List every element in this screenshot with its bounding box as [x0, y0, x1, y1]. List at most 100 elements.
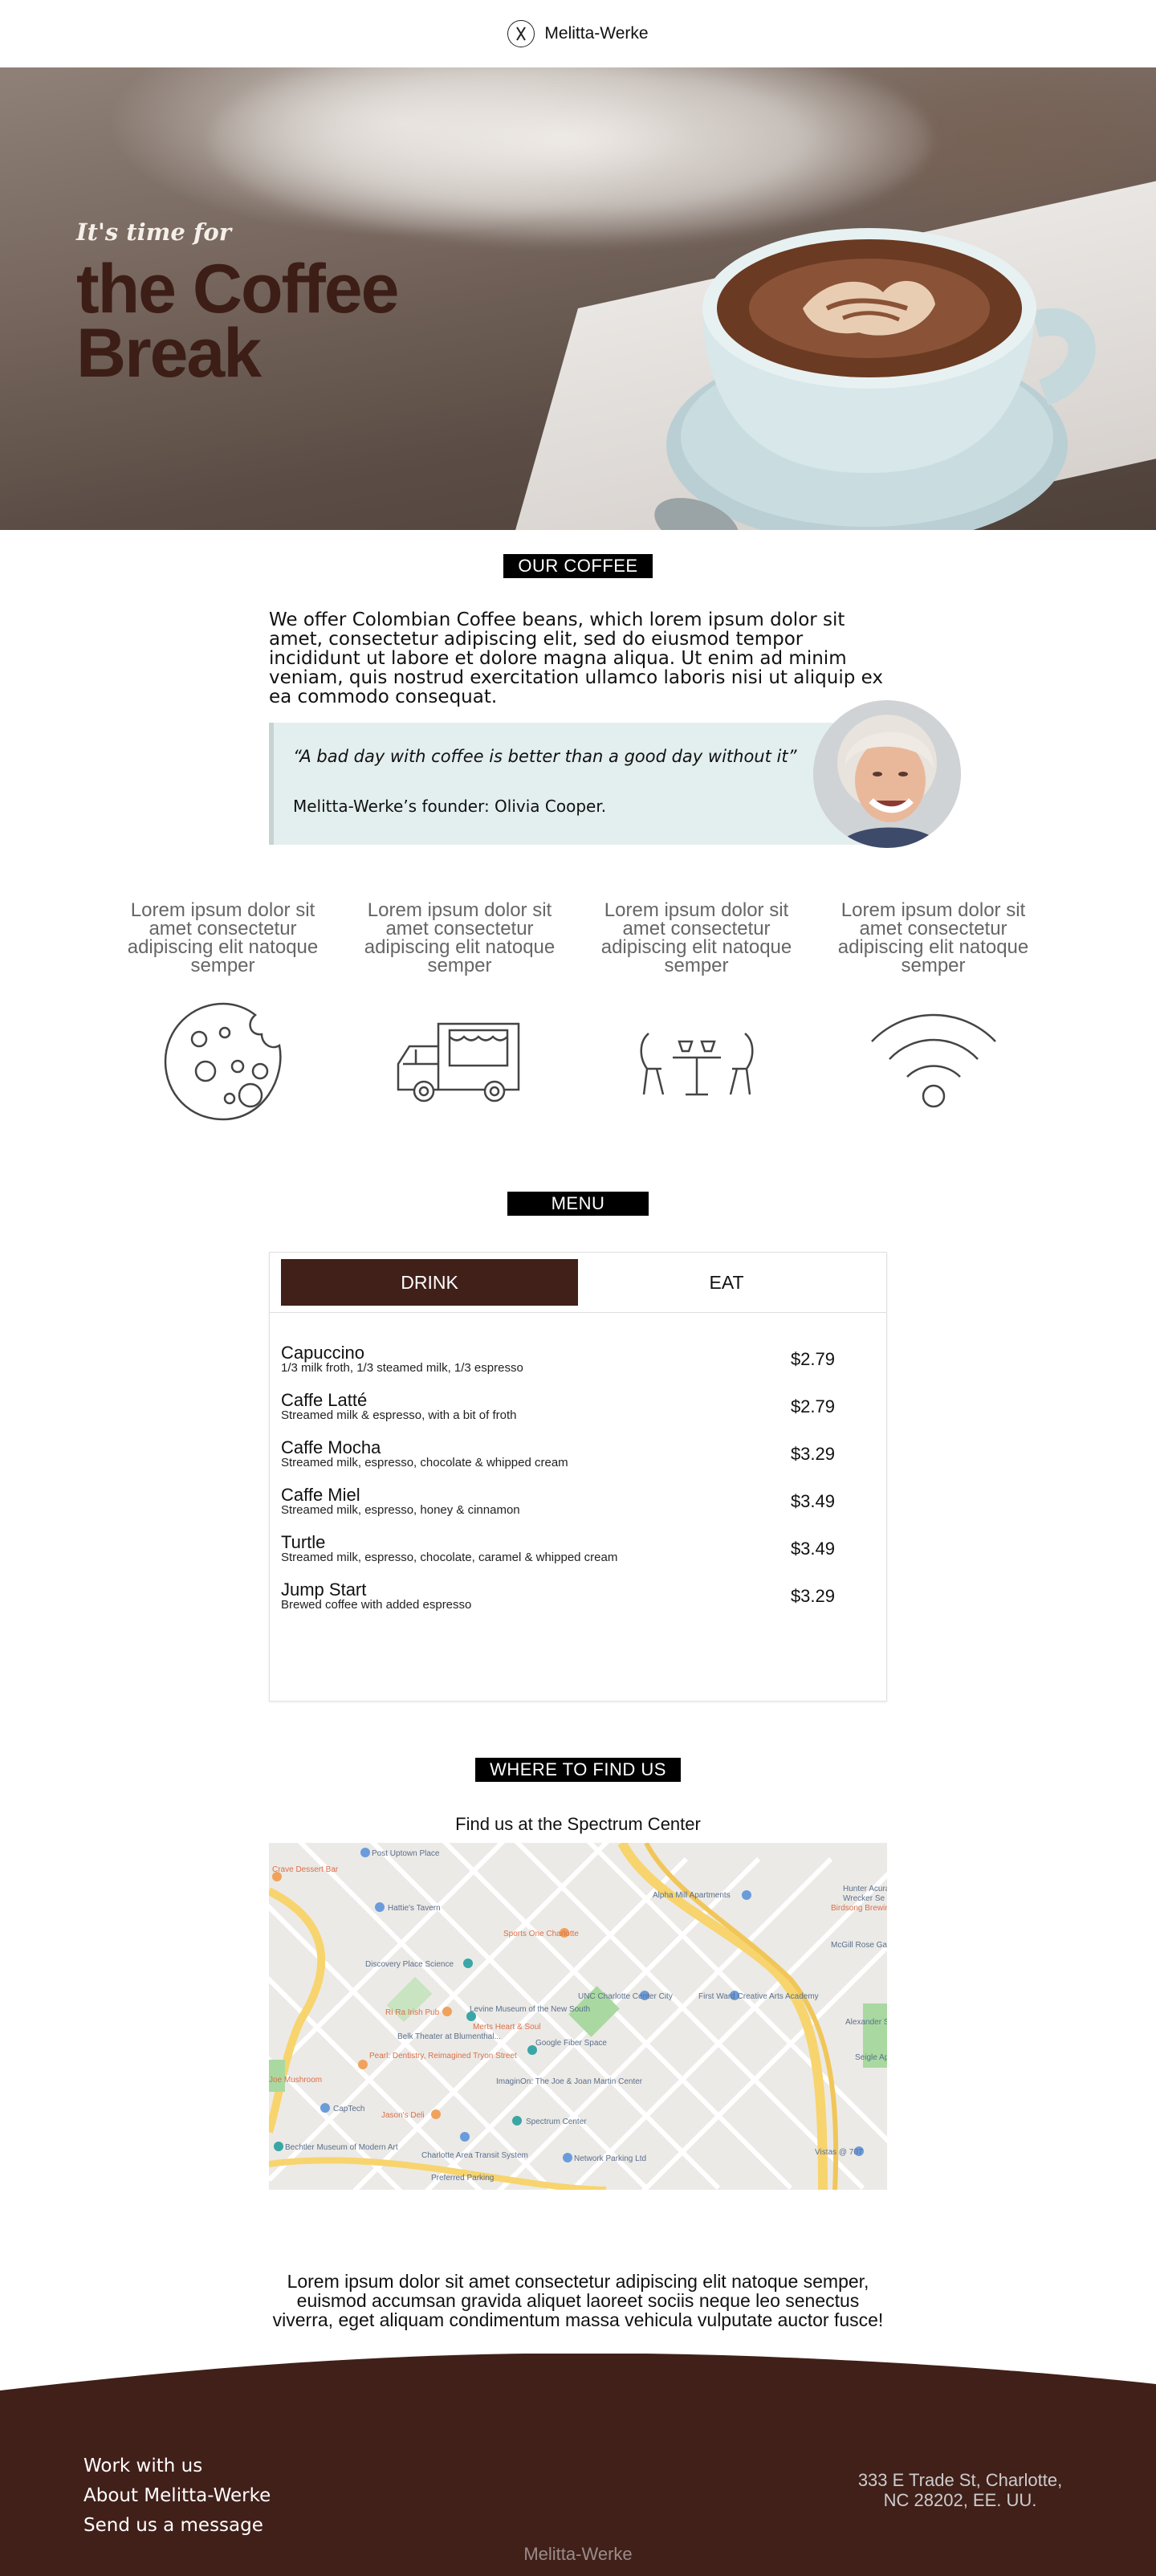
menu-item: Caffe Latté Streamed milk & espresso, wi… [281, 1383, 875, 1430]
menu-item-desc: Streamed milk, espresso, honey & cinnamo… [281, 1502, 520, 1517]
top-bar: Melitta-Werke [0, 0, 1156, 67]
map-label: UNC Charlotte Center City [578, 1992, 673, 2001]
menu-item-desc: 1/3 milk froth, 1/3 steamed milk, 1/3 es… [281, 1360, 523, 1375]
map-label: Merts Heart & Soul [473, 2023, 540, 2032]
map-label: Jason's Deli [381, 2111, 425, 2120]
feature-text: Lorem ipsum dolor sit amet consectetur a… [837, 899, 1029, 976]
map-label: Belk Theater at Blumenthal... [397, 2032, 501, 2041]
closing-paragraph: Lorem ipsum dolor sit amet consectetur a… [272, 2271, 884, 2330]
menu-section: MENU DRINK EAT Capuccino 1/3 milk froth,… [0, 1192, 1156, 1702]
tab-drink[interactable]: DRINK [281, 1259, 578, 1306]
footer-brand: Melitta-Werke [523, 2544, 633, 2564]
menu-item: Caffe Mocha Streamed milk, espresso, cho… [281, 1430, 875, 1478]
our-coffee-section: OUR COFFEE We offer Colombian Coffee bea… [0, 530, 1156, 848]
menu-item-price: $3.29 [790, 1443, 835, 1464]
features-row: Lorem ipsum dolor sit amet consectetur a… [0, 901, 1156, 1126]
site-footer: Work with us About Melitta-Werke Send us… [0, 2354, 1156, 2576]
menu-item: Caffe Miel Streamed milk, espresso, hone… [281, 1478, 875, 1525]
map-label: Network Parking Ltd [574, 2154, 646, 2163]
hero-heading-group: It's time for the Coffee Break [76, 218, 399, 392]
cookie-icon [159, 997, 287, 1126]
footer-address: 333 E Trade St, Charlotte, NC 28202, EE.… [857, 2470, 1063, 2510]
map-label: Charlotte Area Transit System [421, 2151, 528, 2160]
feature-food-truck: Lorem ipsum dolor sit amet consectetur a… [341, 901, 578, 1126]
find-us-label: WHERE TO FIND US [475, 1758, 681, 1782]
map-label: Levine Museum of the New South [470, 2005, 590, 2014]
our-coffee-label: OUR COFFEE [503, 554, 653, 578]
menu-tabs: DRINK EAT [270, 1253, 886, 1313]
wifi-icon [865, 997, 1002, 1126]
menu-item-name: Capuccino [281, 1342, 364, 1363]
map-label: Hunter Acura [843, 1885, 887, 1893]
map-label: Google Fiber Space [535, 2039, 607, 2048]
menu-item: Jump Start Brewed coffee with added espr… [281, 1572, 875, 1620]
map-label: Wrecker Se [843, 1894, 885, 1903]
footer-link-about[interactable]: About Melitta-Werke [83, 2481, 271, 2511]
menu-item-price: $3.29 [790, 1585, 835, 1606]
brand-name[interactable]: Melitta-Werke [544, 24, 648, 43]
menu-item-name: Turtle [281, 1531, 326, 1552]
menu-item-desc: Brewed coffee with added espresso [281, 1597, 472, 1612]
cafe-table-icon [633, 997, 761, 1126]
map-label: Pearl: Dentistry, Reimagined Tryon Stree… [369, 2052, 517, 2060]
map-label: Alpha Mill Apartments [653, 1891, 731, 1900]
intro-paragraph: We offer Colombian Coffee beans, which l… [269, 609, 884, 707]
menu-item-price: $3.49 [790, 1538, 835, 1559]
map-label: Ri Ra Irish Pub [385, 2008, 440, 2017]
founder-quote: “A bad day with coffee is better than a … [293, 747, 797, 766]
footer-links: Work with us About Melitta-Werke Send us… [83, 2452, 271, 2541]
footer-link-send-message[interactable]: Send us a message [83, 2511, 271, 2541]
menu-item-desc: Streamed milk, espresso, chocolate & whi… [281, 1455, 568, 1469]
menu-item: Turtle Streamed milk, espresso, chocolat… [281, 1525, 875, 1572]
map-label: McGill Rose Garden Events [831, 1941, 887, 1950]
menu-card: DRINK EAT Capuccino 1/3 milk froth, 1/3 … [269, 1252, 887, 1702]
map-label: CapTech [333, 2105, 364, 2113]
feature-text: Lorem ipsum dolor sit amet consectetur a… [127, 899, 319, 976]
tab-eat[interactable]: EAT [578, 1259, 875, 1306]
map-label: First Ward Creative Arts Academy [698, 1992, 819, 2001]
map-label: Bechtler Museum of Modern Art [285, 2143, 398, 2152]
menu-item-price: $2.79 [790, 1396, 835, 1416]
feature-text: Lorem ipsum dolor sit amet consectetur a… [600, 899, 792, 976]
menu-item-desc: Streamed milk & espresso, with a bit of … [281, 1408, 517, 1422]
find-us-section: WHERE TO FIND US Find us at the Spectrum… [0, 1758, 1156, 2190]
melitta-logo-icon[interactable] [507, 20, 535, 47]
menu-item-name: Jump Start [281, 1579, 367, 1600]
hero-title-line1: the Coffee [76, 251, 399, 328]
map-label: Preferred Parking [431, 2174, 494, 2183]
location-map[interactable]: Post Uptown Place Hattie's Tavern Alpha … [269, 1843, 887, 2190]
menu-item-name: Caffe Miel [281, 1484, 360, 1505]
menu-label: MENU [507, 1192, 649, 1216]
menu-item-name: Caffe Latté [281, 1389, 368, 1410]
feature-wifi: Lorem ipsum dolor sit amet consectetur a… [815, 901, 1052, 1126]
menu-item-desc: Streamed milk, espresso, chocolate, cara… [281, 1550, 618, 1564]
find-us-caption: Find us at the Spectrum Center [455, 1814, 701, 1834]
feature-text: Lorem ipsum dolor sit amet consectetur a… [364, 899, 556, 976]
founder-quote-author: Melitta-Werke’s founder: Olivia Cooper. [293, 797, 607, 816]
map-label: Crave Dessert Bar [272, 1865, 339, 1874]
map-label: Discovery Place Science [365, 1960, 454, 1969]
menu-item-name: Caffe Mocha [281, 1437, 381, 1457]
map-label: Post Uptown Place [372, 1849, 440, 1858]
map-label: Spectrum Center [526, 2117, 587, 2126]
map-label: Hattie's Tavern [388, 1904, 441, 1913]
footer-link-work-with-us[interactable]: Work with us [83, 2452, 271, 2481]
feature-cookies: Lorem ipsum dolor sit amet consectetur a… [104, 901, 341, 1126]
hero-banner: It's time for the Coffee Break [0, 67, 1156, 530]
menu-item-price: $3.49 [790, 1490, 835, 1511]
hero-title: the Coffee Break [76, 251, 399, 392]
menu-item: Capuccino 1/3 milk froth, 1/3 steamed mi… [281, 1335, 875, 1383]
menu-item-price: $2.79 [790, 1348, 835, 1369]
map-label: Seigle Apartment Ho [855, 2053, 887, 2062]
hero-title-line2: Break [76, 315, 262, 392]
founder-quote-box: “A bad day with coffee is better than a … [269, 700, 961, 848]
menu-list: Capuccino 1/3 milk froth, 1/3 steamed mi… [270, 1313, 886, 1620]
map-label: Vistas @ 707 [815, 2148, 863, 2157]
map-label: Sports One Charlotte [503, 1930, 579, 1938]
food-truck-icon [392, 997, 528, 1126]
feature-seating: Lorem ipsum dolor sit amet consectetur a… [578, 901, 815, 1126]
hero-kicker: It's time for [76, 218, 232, 246]
map-label: Joe Mushroom [269, 2076, 322, 2085]
map-label: Birdsong Brewing [831, 1904, 887, 1913]
founder-avatar [813, 700, 961, 848]
